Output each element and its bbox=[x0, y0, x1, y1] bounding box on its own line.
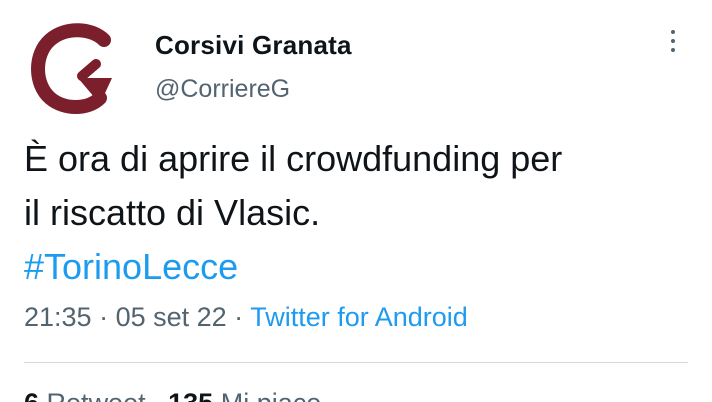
tweet-text-line1: È ora di aprire il crowdfunding per bbox=[24, 138, 563, 179]
likes-label: Mi piace bbox=[221, 388, 322, 402]
tweet-date[interactable]: 05 set 22 bbox=[116, 302, 227, 332]
tweet-meta: 21:35 · 05 set 22 · Twitter for Android bbox=[24, 302, 468, 333]
likes-stat[interactable]: 135 Mi piace bbox=[168, 388, 321, 402]
meta-separator: · bbox=[91, 302, 116, 332]
red-g-logo-icon bbox=[31, 23, 112, 114]
tweet-text-line2: il riscatto di Vlasic. bbox=[24, 192, 321, 233]
retweets-stat[interactable]: 6 Retweet bbox=[24, 388, 146, 402]
tweet-text: È ora di aprire il crowdfunding per il r… bbox=[24, 132, 694, 294]
hashtag-link[interactable]: #TorinoLecce bbox=[24, 240, 694, 294]
avatar[interactable] bbox=[26, 18, 126, 118]
author-name[interactable]: Corsivi Granata bbox=[155, 30, 352, 61]
more-options-icon[interactable] bbox=[666, 30, 680, 60]
retweets-label: Retweet bbox=[47, 388, 146, 402]
tweet-time[interactable]: 21:35 bbox=[24, 302, 92, 332]
retweets-count: 6 bbox=[24, 388, 39, 402]
divider bbox=[24, 362, 688, 363]
tweet-stats: 6 Retweet 135 Mi piace bbox=[24, 388, 321, 402]
tweet-card: Corsivi Granata @CorriereG È ora di apri… bbox=[0, 0, 712, 402]
tweet-source-link[interactable]: Twitter for Android bbox=[250, 302, 468, 332]
likes-count: 135 bbox=[168, 388, 213, 402]
meta-separator: · bbox=[226, 302, 251, 332]
author-handle[interactable]: @CorriereG bbox=[155, 75, 290, 104]
